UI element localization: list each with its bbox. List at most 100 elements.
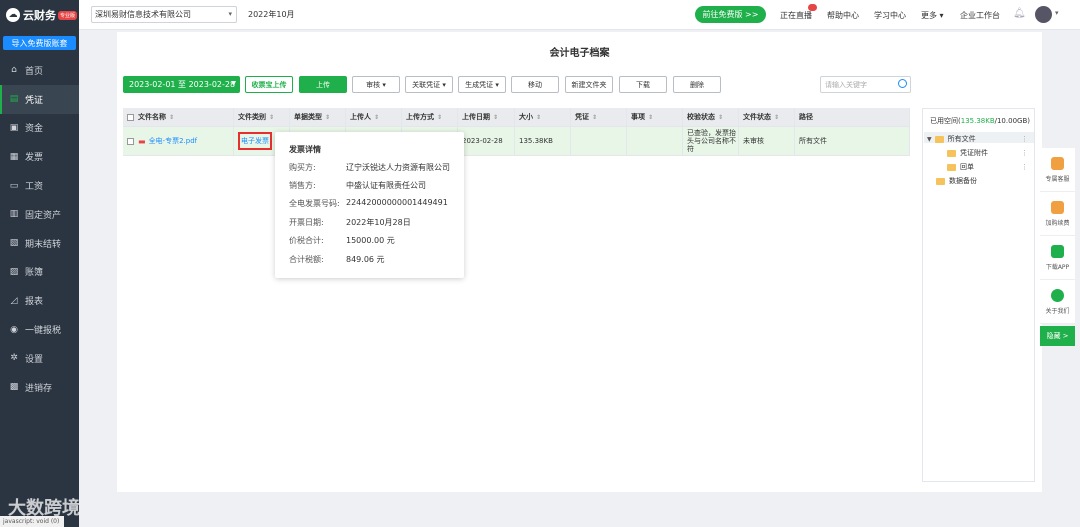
logo-icon: ☁ <box>6 8 20 22</box>
col-file-type[interactable]: 文件类别 ⇕ <box>234 108 290 126</box>
sort-icon[interactable]: ⇕ <box>493 114 498 121</box>
receipt-upload-button[interactable]: 收票宝上传 <box>245 76 293 93</box>
sidebar-item-invoice[interactable]: ▦ 发票 <box>0 142 79 171</box>
sidebar-item-period-close[interactable]: ▧ 期末结转 <box>0 229 79 258</box>
cell-path: 所有文件 <box>795 127 910 155</box>
customer-service-button[interactable]: 专属客服 <box>1040 148 1075 192</box>
learning-center-link[interactable]: 学习中心 <box>874 10 906 21</box>
upload-button[interactable]: 上传 <box>299 76 347 93</box>
storage-panel: 已用空间(135.38KB/10.00GB) ▼ 所有文件 ⋮ 凭证附件 ⋮ 回… <box>922 108 1035 482</box>
tree-item-receipts[interactable]: 回单 ⋮ <box>947 162 1032 172</box>
col-upload-method[interactable]: 上传方式 ⇕ <box>402 108 458 126</box>
app-logo[interactable]: ☁ 云财务 专业版 <box>0 0 79 30</box>
download-app-button[interactable]: 下载APP <box>1040 236 1075 280</box>
col-size[interactable]: 大小 ⇕ <box>515 108 571 126</box>
sort-icon[interactable]: ⇕ <box>325 114 330 121</box>
move-button[interactable]: 移动 <box>511 76 559 93</box>
cell-file-name: ▬ 全电-专票2.pdf <box>123 127 234 155</box>
pdf-icon: ▬ <box>138 136 146 146</box>
home-icon: ⌂ <box>11 65 17 76</box>
import-free-ledger-button[interactable]: 导入免费版账套 <box>3 36 76 50</box>
new-folder-button[interactable]: 新建文件夹 <box>565 76 613 93</box>
avatar[interactable] <box>1035 6 1052 23</box>
renewal-button[interactable]: 加购续费 <box>1040 192 1075 236</box>
sort-icon[interactable]: ⇕ <box>718 114 723 121</box>
sort-icon[interactable]: ⇕ <box>374 114 379 121</box>
file-name-link[interactable]: 全电-专票2.pdf <box>149 136 198 146</box>
sidebar-item-report[interactable]: ◿ 报表 <box>0 286 79 315</box>
chevron-down-icon[interactable]: ▾ <box>1055 9 1059 17</box>
tax-icon: ◉ <box>10 324 18 335</box>
sidebar-item-voucher[interactable]: ▤ 凭证 <box>0 84 79 114</box>
tree-item-all-files[interactable]: ▼ 所有文件 ⋮ <box>927 134 1032 144</box>
sidebar-item-tax[interactable]: ◉ 一键报税 <box>0 315 79 344</box>
more-vertical-icon[interactable]: ⋮ <box>1021 149 1028 157</box>
sidebar-item-label: 进销存 <box>25 383 53 394</box>
col-doc-type[interactable]: 单据类型 ⇕ <box>290 108 346 126</box>
logo-text: 云财务 <box>23 9 56 22</box>
generate-voucher-dropdown[interactable]: 生成凭证 ▾ <box>458 76 506 93</box>
sort-icon[interactable]: ⇕ <box>269 114 274 121</box>
col-file-name[interactable]: 文件名称 ⇕ <box>123 108 234 126</box>
live-link[interactable]: 正在直播 <box>780 10 812 21</box>
sidebar-item-fund[interactable]: ▣ 资金 <box>0 114 79 143</box>
table-row[interactable]: ▬ 全电-专票2.pdf 电子发票 2023-02-28 135.38KB 已查验… <box>123 127 910 156</box>
sidebar-item-salary[interactable]: ▭ 工资 <box>0 171 79 200</box>
col-upload-date[interactable]: 上传日期 ⇕ <box>458 108 515 126</box>
e-invoice-link[interactable]: 电子发票 <box>238 132 272 150</box>
caret-down-icon: ▼ <box>231 80 236 87</box>
col-file-status[interactable]: 文件状态 ⇕ <box>739 108 795 126</box>
buyer-value: 辽宁沃锐达人力资源有限公司 <box>346 163 450 172</box>
col-uploader[interactable]: 上传人 ⇕ <box>346 108 402 126</box>
more-menu[interactable]: 更多 ▾ <box>921 10 944 21</box>
company-select[interactable]: 深圳易财信息技术有限公司 ▾ <box>91 6 237 23</box>
col-item[interactable]: 事项 ⇕ <box>627 108 683 126</box>
sort-icon[interactable]: ⇕ <box>648 114 653 121</box>
search-icon[interactable] <box>898 79 907 88</box>
about-us-button[interactable]: 关于我们 <box>1040 280 1075 324</box>
sidebar-item-settings[interactable]: ✲ 设置 <box>0 344 79 373</box>
col-voucher[interactable]: 凭证 ⇕ <box>571 108 627 126</box>
sort-icon[interactable]: ⇕ <box>169 114 174 121</box>
download-button[interactable]: 下载 <box>619 76 667 93</box>
sidebar-item-label: 报表 <box>25 297 44 308</box>
storage-usage: 已用空间(135.38KB/10.00GB) <box>930 117 1030 125</box>
sidebar: ☁ 云财务 专业版 导入免费版账套 ⌂ 首页 ▤ 凭证 ▣ 资金 ▦ 发票 ▭ 工资 ▥ 固定资产 ▧ 期… <box>0 0 79 527</box>
issue-date-value: 2022年10月28日 <box>346 218 411 227</box>
bell-icon[interactable]: 🔔︎ <box>1013 8 1026 19</box>
tree-item-voucher-attachments[interactable]: 凭证附件 ⋮ <box>947 148 1032 158</box>
tree-item-data-backup[interactable]: 数据备份 <box>936 176 977 186</box>
row-checkbox[interactable] <box>127 137 134 145</box>
sort-icon[interactable]: ⇕ <box>774 114 779 121</box>
sidebar-nav: ⌂ 首页 ▤ 凭证 ▣ 资金 ▦ 发票 ▭ 工资 ▥ 固定资产 ▧ 期末结转 ▨ 账簿 ◿ 报表 ◉ 一键报税 ✲ 设置 ▩… <box>0 56 79 402</box>
help-center-link[interactable]: 帮助中心 <box>827 10 859 21</box>
sidebar-item-ledger[interactable]: ▨ 账簿 <box>0 258 79 287</box>
hide-bar-button[interactable]: 隐藏 > <box>1040 326 1075 346</box>
search-input[interactable]: 请输入关键字 <box>820 76 911 93</box>
table-header: 文件名称 ⇕ 文件类别 ⇕ 单据类型 ⇕ 上传人 ⇕ 上传方式 ⇕ 上传日期 ⇕ 大小 ⇕ 凭… <box>123 108 910 127</box>
go-free-version-button[interactable]: 前往免费版 >> <box>695 6 766 23</box>
more-vertical-icon[interactable]: ⋮ <box>1021 135 1028 143</box>
sort-icon[interactable]: ⇕ <box>592 114 597 121</box>
sidebar-item-label: 固定资产 <box>25 210 62 221</box>
sidebar-item-asset[interactable]: ▥ 固定资产 <box>0 200 79 229</box>
folder-icon <box>936 177 945 185</box>
sort-icon[interactable]: ⇕ <box>536 114 541 121</box>
review-dropdown[interactable]: 审核 ▾ <box>352 76 400 93</box>
chevron-down-icon: ▾ <box>228 10 232 18</box>
sidebar-item-label: 工资 <box>25 182 44 193</box>
col-check-status[interactable]: 校验状态 ⇕ <box>683 108 739 126</box>
delete-button[interactable]: 删除 <box>673 76 721 93</box>
link-voucher-dropdown[interactable]: 关联凭证 ▾ <box>405 76 453 93</box>
enterprise-workbench-link[interactable]: 企业工作台 <box>960 10 1000 21</box>
sidebar-item-label: 一键报税 <box>25 326 62 337</box>
date-range-picker[interactable]: 2023-02-01 至 2023-02-28 ▼ <box>123 76 240 93</box>
cell-item <box>627 127 683 155</box>
sort-icon[interactable]: ⇕ <box>437 114 442 121</box>
more-vertical-icon[interactable]: ⋮ <box>1021 163 1028 171</box>
sidebar-item-inventory[interactable]: ▩ 进销存 <box>0 373 79 402</box>
select-all-checkbox[interactable] <box>127 113 134 121</box>
sidebar-item-home[interactable]: ⌂ 首页 <box>0 56 79 85</box>
accounting-period[interactable]: 2022年10月 <box>248 9 295 20</box>
caret-down-icon[interactable]: ▼ <box>927 136 932 143</box>
